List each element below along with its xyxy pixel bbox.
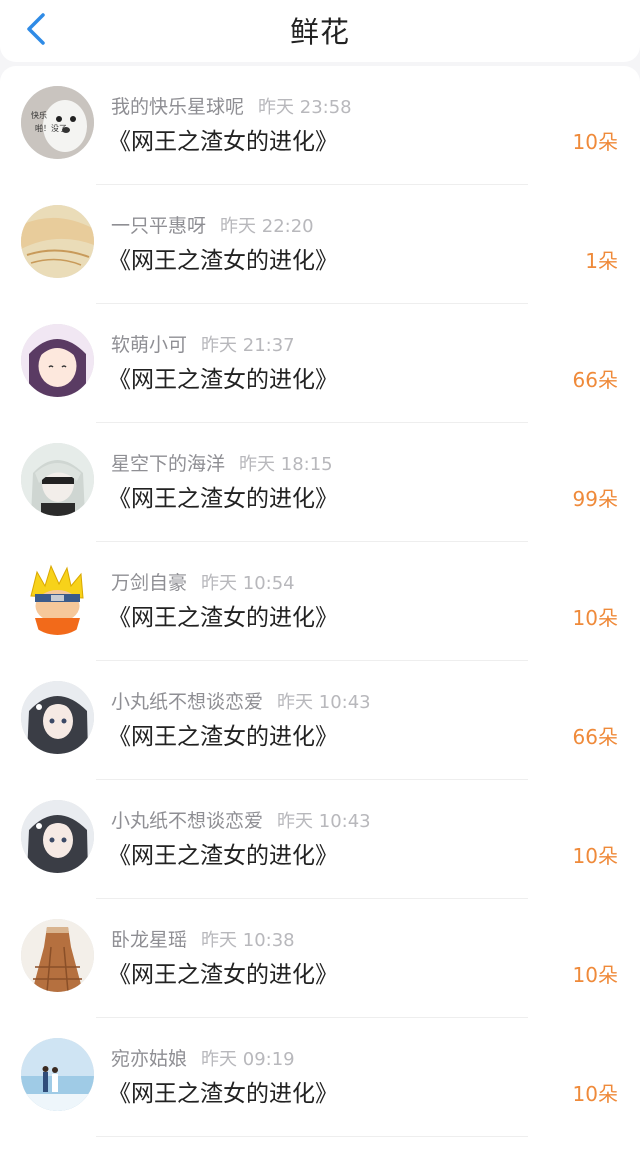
timestamp: 昨天 10:43	[277, 811, 371, 832]
user-name[interactable]: 我的快乐星球呢	[111, 96, 244, 118]
avatar[interactable]	[21, 443, 94, 516]
timestamp: 昨天 09:19	[201, 1049, 295, 1070]
item-meta: 星空下的海洋 昨天 18:15	[111, 449, 333, 476]
avatar[interactable]	[21, 1038, 94, 1111]
item-meta: 我的快乐星球呢 昨天 23:58	[111, 92, 352, 119]
user-name[interactable]: 星空下的海洋	[111, 453, 225, 475]
avatar[interactable]	[21, 205, 94, 278]
book-title[interactable]: 《网王之渣女的进化》	[108, 122, 338, 156]
flower-count: 10朵	[572, 130, 618, 154]
avatar[interactable]	[21, 324, 94, 397]
user-name[interactable]: 万剑自豪	[111, 572, 187, 594]
nav-bar: 鲜花	[0, 0, 640, 62]
flower-count: 10朵	[572, 844, 618, 868]
item-meta: 软萌小可 昨天 21:37	[111, 330, 295, 357]
avatar[interactable]	[21, 681, 94, 754]
flower-count: 10朵	[572, 1082, 618, 1106]
book-title[interactable]: 《网王之渣女的进化》	[108, 717, 338, 751]
avatar-white-hair-image	[21, 443, 94, 516]
timestamp: 昨天 10:43	[277, 692, 371, 713]
timestamp: 昨天 21:37	[201, 335, 295, 356]
list-item[interactable]: 一只平惠呀 昨天 22:20 《网王之渣女的进化》 1朵	[0, 185, 640, 304]
timestamp: 昨天 18:15	[239, 454, 333, 475]
list-item[interactable]: 星空下的海洋 昨天 18:15 《网王之渣女的进化》 99朵	[0, 423, 640, 542]
avatar-beach-couple-image	[21, 1038, 94, 1111]
book-title[interactable]: 《网王之渣女的进化》	[108, 360, 338, 394]
list-item[interactable]: 万剑自豪 昨天 10:54 《网王之渣女的进化》 10朵	[0, 542, 640, 661]
item-meta: 一只平惠呀 昨天 22:20	[111, 211, 314, 238]
flower-count: 10朵	[572, 963, 618, 987]
avatar-anime-girl-image	[21, 324, 94, 397]
list-item[interactable]: 软萌小可 昨天 21:37 《网王之渣女的进化》 66朵	[0, 304, 640, 423]
flower-count: 66朵	[572, 368, 618, 392]
flower-count: 99朵	[572, 487, 618, 511]
avatar-dog-image: 快乐 啪！没了	[21, 86, 94, 159]
timestamp: 昨天 22:20	[220, 216, 314, 237]
list-item[interactable]: 小丸纸不想谈恋爱 昨天 10:43 《网王之渣女的进化》 10朵	[0, 780, 640, 899]
avatar[interactable]	[21, 800, 94, 873]
book-title[interactable]: 《网王之渣女的进化》	[108, 241, 338, 275]
avatar-ninja-image	[21, 562, 94, 635]
item-meta: 万剑自豪 昨天 10:54	[111, 568, 295, 595]
flower-list: 快乐 啪！没了 我的快乐星球呢 昨天 23:58 《网王之渣女的进化》 10朵 一…	[0, 66, 640, 1151]
item-meta: 卧龙星瑶 昨天 10:38	[111, 925, 295, 952]
flower-count: 66朵	[572, 725, 618, 749]
list-item[interactable]: 宛亦姑娘 昨天 09:19 《网王之渣女的进化》 10朵	[0, 1018, 640, 1137]
flower-count: 10朵	[572, 606, 618, 630]
avatar[interactable]	[21, 562, 94, 635]
user-name[interactable]: 一只平惠呀	[111, 215, 206, 237]
avatar-caption: 啪！没了	[35, 123, 67, 133]
user-name[interactable]: 软萌小可	[111, 334, 187, 356]
user-name[interactable]: 宛亦姑娘	[111, 1048, 187, 1070]
avatar[interactable]: 快乐 啪！没了	[21, 86, 94, 159]
book-title[interactable]: 《网王之渣女的进化》	[108, 836, 338, 870]
timestamp: 昨天 10:38	[201, 930, 295, 951]
list-item[interactable]: 卧龙星瑶 昨天 10:38 《网王之渣女的进化》 10朵	[0, 899, 640, 1018]
avatar-anime-girl-dark-image	[21, 800, 94, 873]
book-title[interactable]: 《网王之渣女的进化》	[108, 479, 338, 513]
avatar-caption: 快乐	[31, 110, 47, 120]
list-item[interactable]: 小丸纸不想谈恋爱 昨天 10:43 《网王之渣女的进化》 66朵	[0, 661, 640, 780]
user-name[interactable]: 卧龙星瑶	[111, 929, 187, 951]
timestamp: 昨天 10:54	[201, 573, 295, 594]
item-meta: 宛亦姑娘 昨天 09:19	[111, 1044, 295, 1071]
page-title: 鲜花	[289, 15, 350, 49]
avatar-paper-image	[21, 205, 94, 278]
item-meta: 小丸纸不想谈恋爱 昨天 10:43	[111, 687, 371, 714]
book-title[interactable]: 《网王之渣女的进化》	[108, 1074, 338, 1108]
avatar-dress-image	[21, 919, 94, 992]
user-name[interactable]: 小丸纸不想谈恋爱	[111, 691, 263, 713]
avatar-anime-girl-dark-image	[21, 681, 94, 754]
avatar[interactable]	[21, 919, 94, 992]
item-meta: 小丸纸不想谈恋爱 昨天 10:43	[111, 806, 371, 833]
user-name[interactable]: 小丸纸不想谈恋爱	[111, 810, 263, 832]
book-title[interactable]: 《网王之渣女的进化》	[108, 598, 338, 632]
flower-count: 1朵	[585, 249, 618, 273]
list-item[interactable]: 快乐 啪！没了 我的快乐星球呢 昨天 23:58 《网王之渣女的进化》 10朵	[0, 66, 640, 185]
book-title[interactable]: 《网王之渣女的进化》	[108, 955, 338, 989]
divider	[96, 1136, 528, 1137]
timestamp: 昨天 23:58	[258, 97, 352, 118]
